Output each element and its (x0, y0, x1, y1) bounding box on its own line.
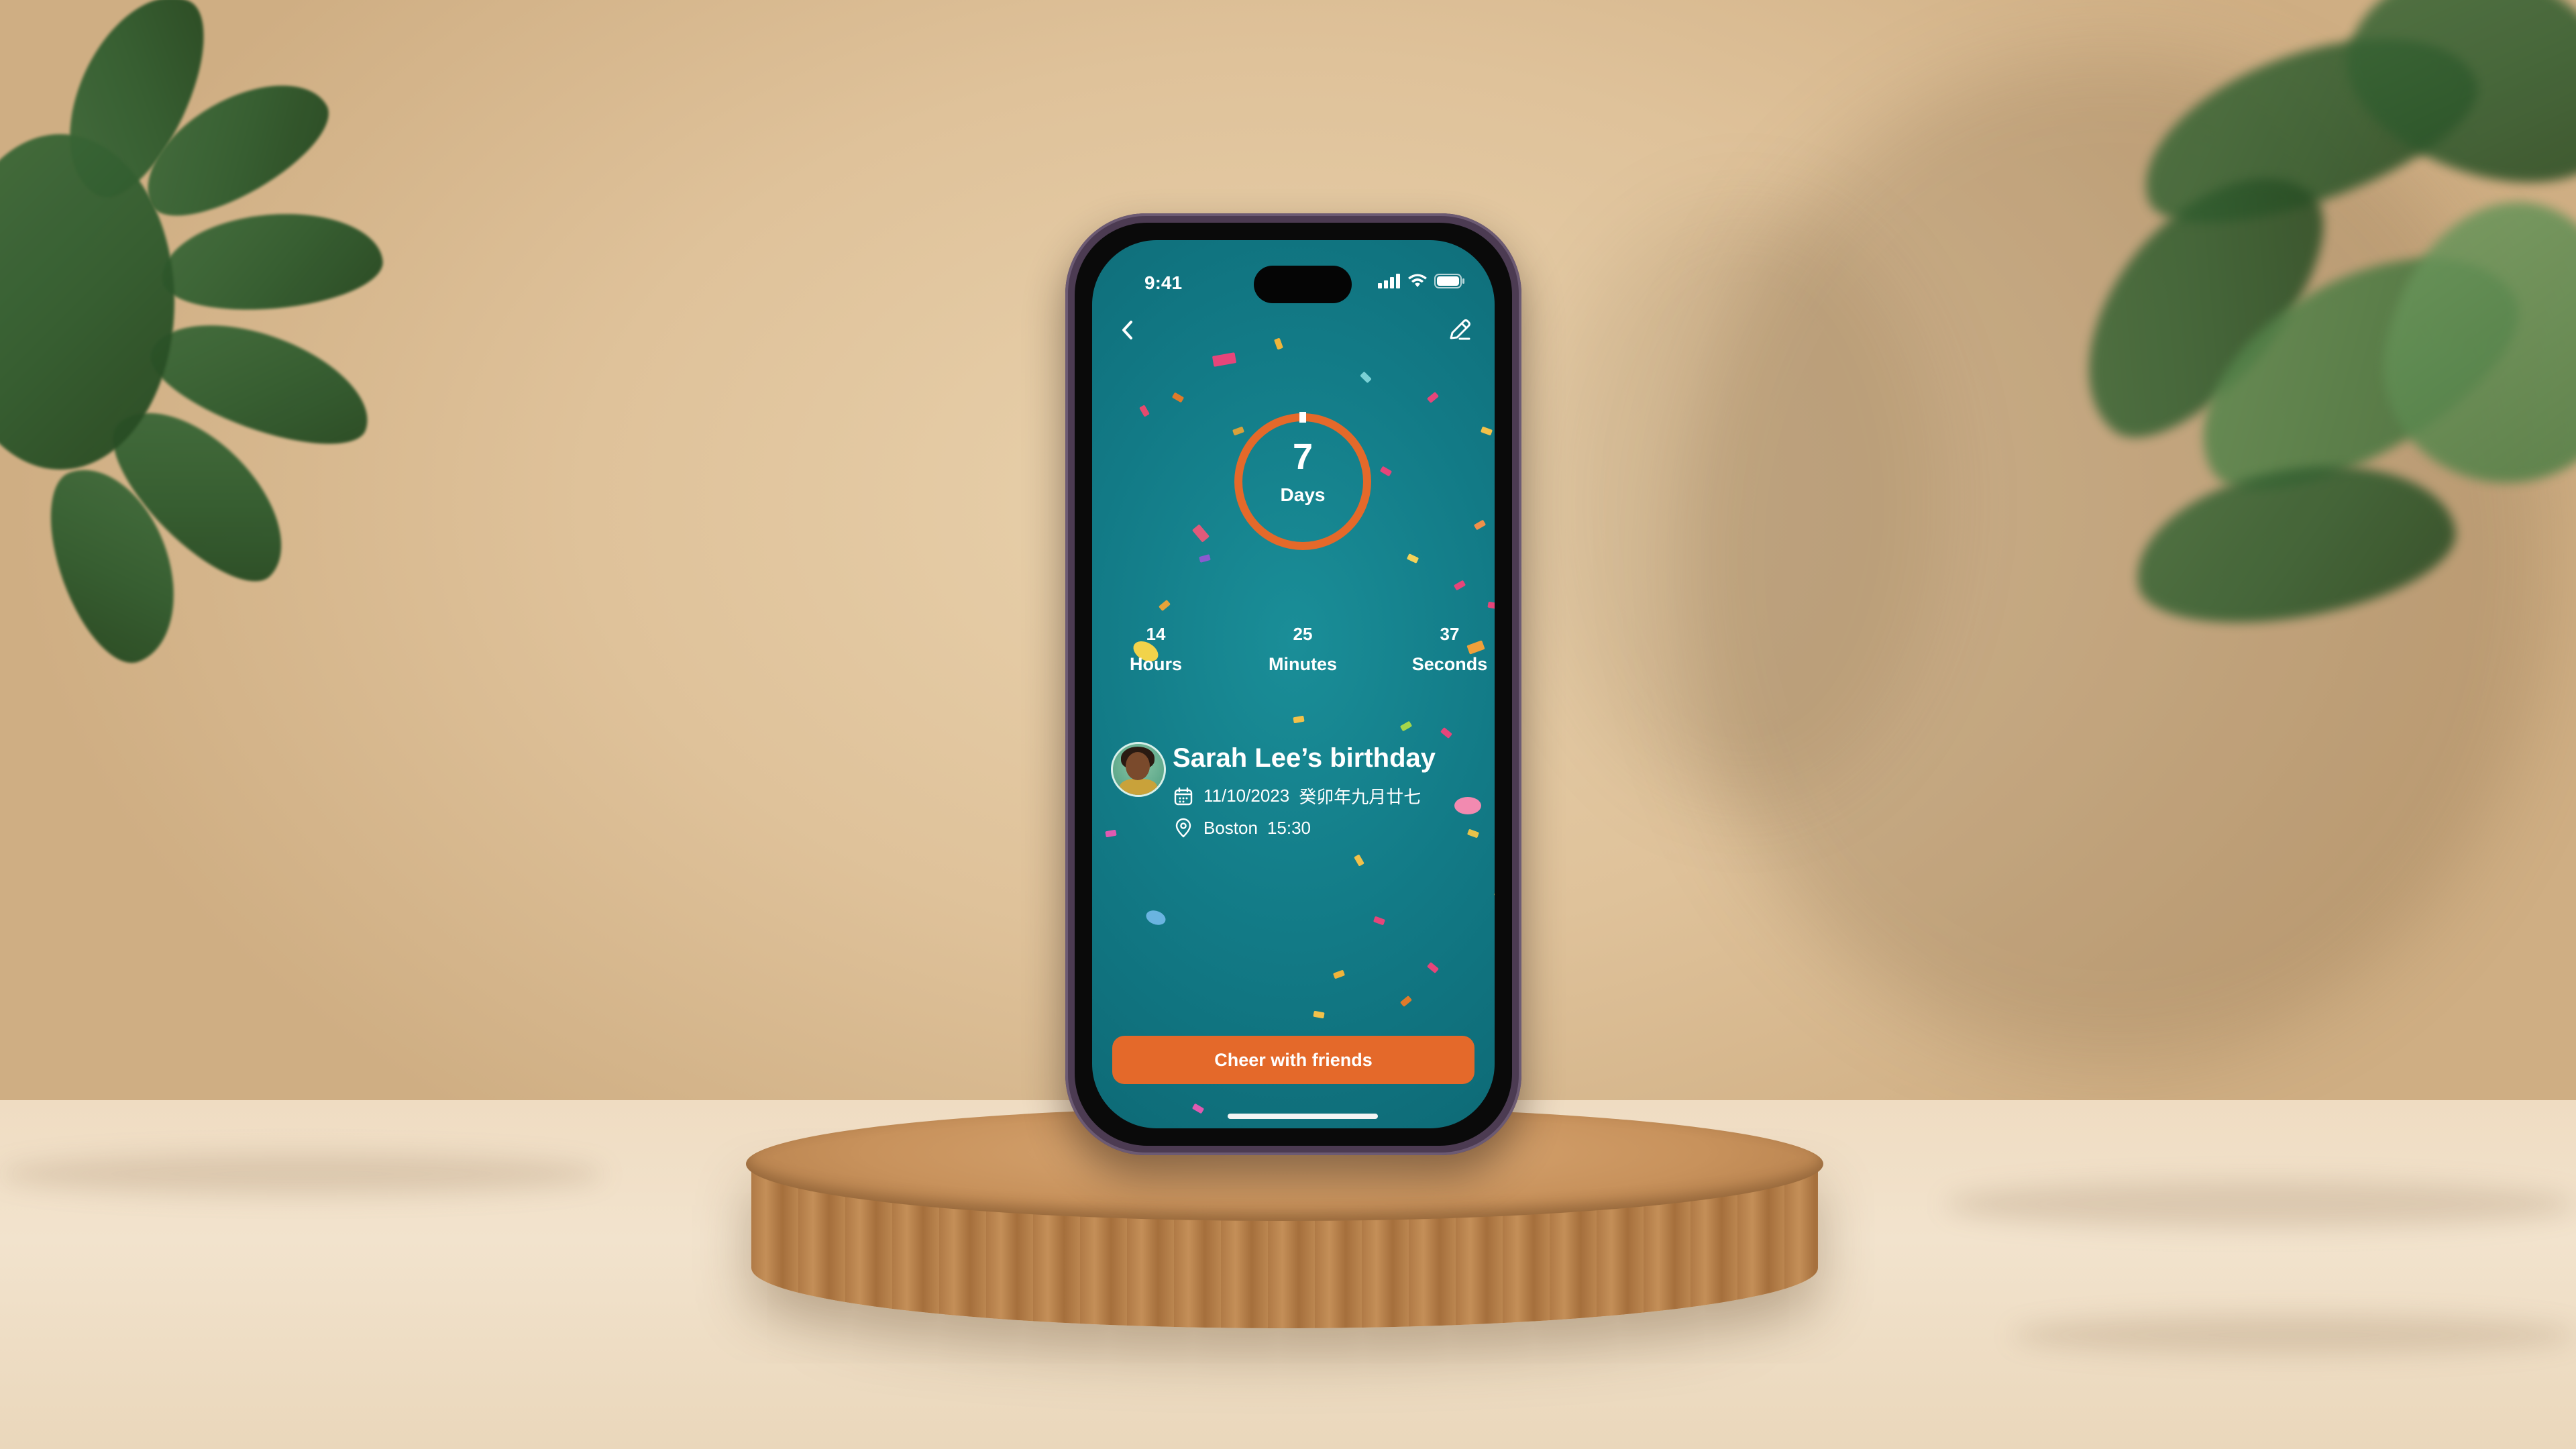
dynamic-island (1254, 266, 1352, 303)
floor-shadow (1945, 1181, 2576, 1228)
location-pin-icon (1175, 818, 1191, 838)
event-date-row: 11/10/2023 癸卯年九月廿七 (1173, 784, 1421, 808)
countdown-minutes: 25 Minutes (1246, 624, 1360, 675)
app-screen: 9:41 7 Days 14 Hours 25 Minutes 37 Secon… (1092, 240, 1495, 1128)
wifi-icon (1408, 274, 1427, 287)
status-icons (1378, 274, 1465, 288)
floor-shadow (0, 1154, 604, 1194)
minutes-label: Minutes (1268, 654, 1337, 674)
home-indicator[interactable] (1228, 1114, 1378, 1119)
chevron-left-icon (1122, 321, 1132, 339)
edit-button[interactable] (1444, 314, 1476, 346)
signal-icon (1378, 274, 1400, 288)
countdown-breakdown: 14 Hours 25 Minutes 37 Seconds (1092, 624, 1495, 684)
cheer-with-friends-button[interactable]: Cheer with friends (1112, 1036, 1474, 1084)
seconds-value: 37 (1440, 624, 1460, 644)
floor-shadow (2012, 1315, 2576, 1355)
countdown-seconds: 37 Seconds (1393, 624, 1495, 675)
back-button[interactable] (1112, 314, 1144, 346)
event-location-row: Boston 15:30 (1173, 817, 1311, 839)
avatar (1111, 742, 1166, 797)
minutes-value: 25 (1293, 624, 1313, 644)
pencil-icon (1450, 319, 1470, 340)
event-time: 15:30 (1267, 817, 1311, 838)
event-date: 11/10/2023 (1203, 786, 1290, 806)
phone-frame: 9:41 7 Days 14 Hours 25 Minutes 37 Secon… (1065, 213, 1521, 1155)
battery-icon (1434, 274, 1464, 288)
seconds-label: Seconds (1411, 654, 1488, 674)
event-location: Boston (1203, 817, 1258, 838)
hours-value: 14 (1146, 624, 1166, 644)
hours-label: Hours (1129, 654, 1182, 674)
event-title: Sarah Lee’s birthday (1173, 743, 1436, 773)
confetti-overlay (1092, 240, 1495, 1128)
status-time: 9:41 (1144, 272, 1183, 293)
countdown-hours: 14 Hours (1099, 624, 1213, 675)
days-value: 7 (1292, 437, 1313, 477)
phone-bezel: 9:41 7 Days 14 Hours 25 Minutes 37 Secon… (1075, 223, 1512, 1146)
calendar-icon (1174, 787, 1193, 805)
event-lunar-date: 癸卯年九月廿七 (1299, 787, 1421, 807)
leaf-shadow (1543, 201, 1945, 805)
days-progress-ring (1234, 412, 1371, 550)
days-label: Days (1280, 484, 1326, 505)
